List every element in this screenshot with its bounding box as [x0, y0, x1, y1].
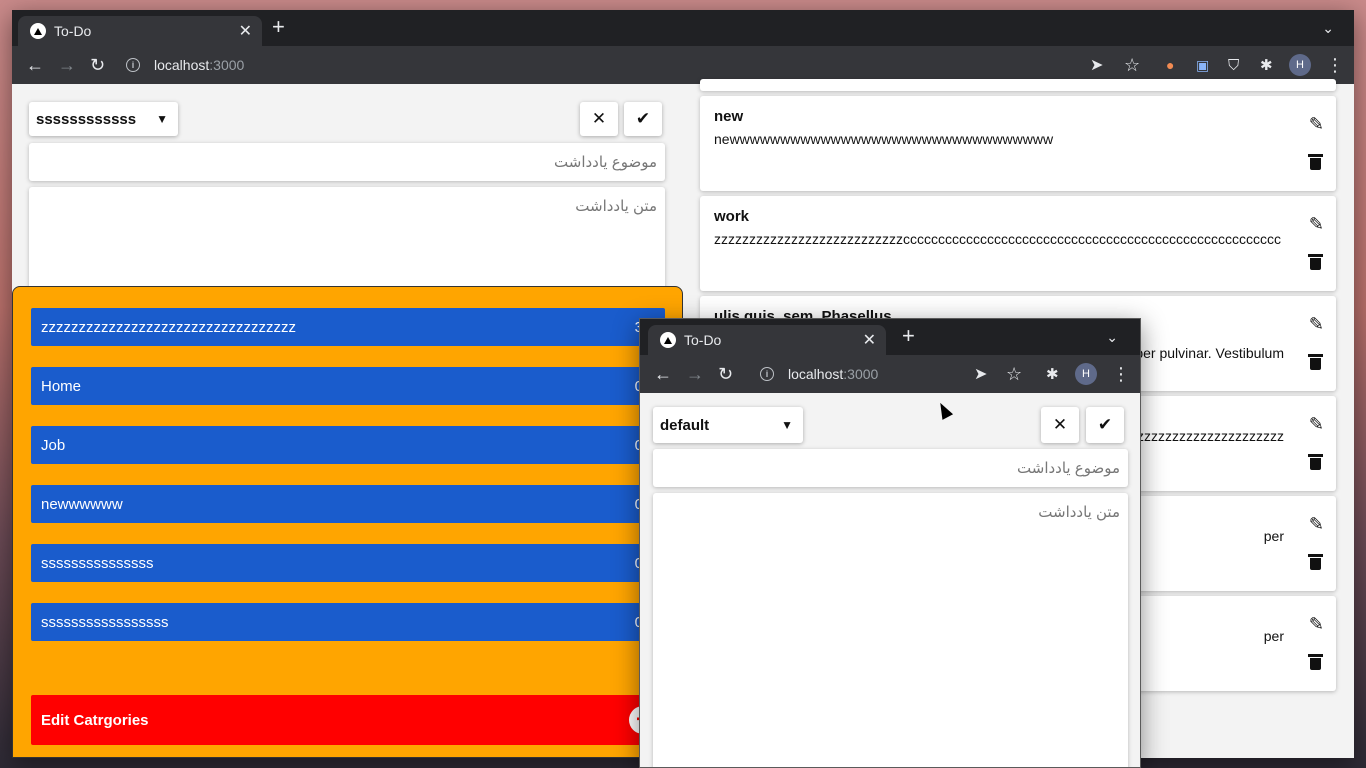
app-favicon-icon	[660, 332, 676, 348]
send-icon[interactable]: ➤	[974, 355, 987, 393]
category-item[interactable]: sssssssssssssssss 0	[31, 603, 665, 641]
forward-icon[interactable]: →	[686, 355, 704, 393]
popup-tab-todo[interactable]: To-Do ✕	[648, 325, 886, 355]
tab-strip: To-Do ✕ + ⌄	[12, 10, 1354, 46]
url-host: localhost	[788, 366, 844, 382]
new-tab-icon[interactable]: +	[902, 323, 915, 349]
note-body-textarea[interactable]: متن یادداشت	[29, 187, 665, 297]
popup-category-select-value: default	[660, 416, 710, 434]
new-tab-icon[interactable]: +	[272, 14, 285, 40]
note-body: newwwwwwwwwwwwwwwwwwwwwwwwwwwwwwww	[714, 131, 1054, 147]
category-name: sssssssssssssssss	[41, 613, 169, 631]
note-body: zzzzzzzzzzzzzzzzzzzzzzzzzzzccccccccccccc…	[714, 231, 1281, 247]
pencil-icon[interactable]: ✎	[1309, 414, 1324, 435]
note-body-text: per	[1263, 528, 1284, 544]
category-name: newwwwww	[41, 495, 123, 513]
popup-save-button[interactable]: ✔	[1086, 407, 1124, 443]
popup-category-select[interactable]: default ▼	[653, 407, 803, 443]
check-icon: ✔	[1097, 415, 1113, 434]
bookmark-star-icon[interactable]: ☆	[1006, 355, 1022, 393]
pencil-icon[interactable]: ✎	[1309, 214, 1324, 235]
site-info-icon[interactable]: i	[760, 367, 774, 381]
url-port: :3000	[843, 366, 879, 382]
category-item[interactable]: Job 0	[31, 426, 665, 464]
note-body-text: per pulvinar. Vestibulum	[1135, 345, 1284, 361]
popup-browser-window: To-Do ✕ + ⌄ ← → ↻ i localhost:3000 ➤ ☆ ✱…	[639, 318, 1141, 768]
check-icon: ✔	[635, 109, 651, 128]
category-name: Home	[41, 377, 82, 395]
popup-note-title-input[interactable]: موضوع یادداشت	[653, 449, 1128, 487]
category-name: Job	[41, 436, 66, 454]
trash-icon[interactable]	[1308, 154, 1323, 170]
reload-icon[interactable]: ↻	[718, 355, 733, 393]
close-icon: ✕	[591, 109, 607, 128]
url-host: localhost	[154, 57, 210, 73]
popup-browser-toolbar: ← → ↻ i localhost:3000 ➤ ☆ ✱ H ⋮	[640, 355, 1140, 393]
back-icon[interactable]: ←	[654, 355, 672, 393]
save-button[interactable]: ✔	[624, 102, 662, 136]
pencil-icon[interactable]: ✎	[1309, 114, 1324, 135]
forward-icon[interactable]: →	[58, 46, 76, 84]
chevron-down-icon: ▼	[156, 112, 168, 126]
popup-page-content: default ▼ ✕ ✔ موضوع یادداشت متن یادداشت	[640, 393, 1140, 767]
trash-icon[interactable]	[1308, 454, 1323, 470]
category-name: sssssssssssssss	[41, 554, 154, 572]
pencil-icon[interactable]: ✎	[1309, 514, 1324, 535]
pencil-icon[interactable]: ✎	[1309, 614, 1324, 635]
extensions-puzzle-icon[interactable]: ✱	[1046, 355, 1059, 393]
note-title: work	[714, 208, 750, 225]
category-select[interactable]: ssssssssssss ▼	[29, 102, 178, 136]
tab-close-icon[interactable]: ✕	[239, 21, 252, 41]
address-bar[interactable]: i localhost:3000	[126, 46, 244, 84]
reload-icon[interactable]: ↻	[90, 46, 105, 84]
note-card: new newwwwwwwwwwwwwwwwwwwwwwwwwwwwwwww ✎	[700, 96, 1336, 191]
note-body-text: per	[1263, 628, 1284, 644]
close-icon: ✕	[1052, 415, 1068, 434]
popup-cancel-button[interactable]: ✕	[1041, 407, 1079, 443]
note-title: new	[714, 108, 744, 125]
app-favicon-icon	[30, 23, 46, 39]
back-icon[interactable]: ←	[26, 46, 44, 84]
chevron-down-icon: ▼	[781, 418, 793, 432]
edit-categories-button[interactable]: Edit Catrgories +	[31, 695, 665, 745]
url-port: :3000	[209, 57, 245, 73]
trash-icon[interactable]	[1308, 354, 1323, 370]
profile-avatar[interactable]: H	[1075, 355, 1097, 393]
edit-categories-label: Edit Catrgories	[41, 711, 149, 729]
site-info-icon[interactable]: i	[126, 58, 140, 72]
popup-tab-strip: To-Do ✕ + ⌄	[640, 319, 1140, 355]
browser-menu-icon[interactable]: ⋮	[1112, 355, 1130, 393]
tab-todo[interactable]: To-Do ✕	[18, 16, 262, 46]
popup-tab-title: To-Do	[684, 332, 722, 348]
trash-icon[interactable]	[1308, 554, 1323, 570]
trash-icon[interactable]	[1308, 654, 1323, 670]
popup-address-bar[interactable]: i localhost:3000	[760, 355, 878, 393]
categories-panel: zzzzzzzzzzzzzzzzzzzzzzzzzzzzzzzzzz 3 Hom…	[12, 286, 683, 758]
category-item[interactable]: Home 0	[31, 367, 665, 405]
category-item[interactable]: zzzzzzzzzzzzzzzzzzzzzzzzzzzzzzzzzz 3	[31, 308, 665, 346]
trash-icon[interactable]	[1308, 254, 1323, 270]
tab-search-chevron-icon[interactable]: ⌄	[1106, 329, 1118, 346]
pencil-icon[interactable]: ✎	[1309, 314, 1324, 335]
category-name: zzzzzzzzzzzzzzzzzzzzzzzzzzzzzzzzzz	[41, 318, 296, 336]
category-select-value: ssssssssssss	[36, 110, 137, 128]
category-item[interactable]: newwwwww 0	[31, 485, 665, 523]
tab-search-chevron-icon[interactable]: ⌄	[1322, 20, 1334, 37]
note-card	[700, 79, 1336, 91]
popup-note-body-textarea[interactable]: متن یادداشت	[653, 493, 1128, 767]
note-title-input[interactable]: موضوع یادداشت	[29, 143, 665, 181]
tab-close-icon[interactable]: ✕	[863, 330, 876, 350]
cancel-button[interactable]: ✕	[580, 102, 618, 136]
note-card: work zzzzzzzzzzzzzzzzzzzzzzzzzzzcccccccc…	[700, 196, 1336, 291]
category-item[interactable]: sssssssssssssss 0	[31, 544, 665, 582]
tab-title: To-Do	[54, 23, 92, 39]
